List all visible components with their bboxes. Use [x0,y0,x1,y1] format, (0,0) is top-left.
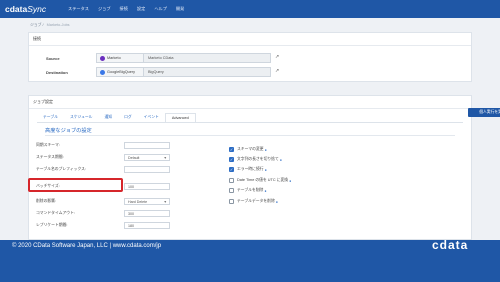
destination-connection-field[interactable]: GoogleBigQuery BigQuery [96,67,271,77]
nav-item-help[interactable]: ヘルプ [154,6,167,12]
command-timeout-label: コマンドタイムアウト: [36,211,75,215]
chevron-down-icon: ▼ [163,199,167,204]
checkbox-label: スキーマの変更 [237,147,264,151]
marketo-icon [100,55,105,61]
connection-card: 接続 Source Marketo Marketo CData ↗ Destin… [28,32,472,82]
cdata-logo: cdata [432,238,469,252]
logo-text: cdata [5,4,28,14]
delete-effect-value: Hard Delete [128,199,148,204]
execute-job-button[interactable]: 個人実行を実行 [468,108,500,117]
job-settings-title: ジョブ設定 [29,96,471,109]
batch-size-input[interactable]: 100 [124,183,170,190]
table-prefix-input[interactable] [124,166,170,173]
replicate-period-input[interactable]: 180 [124,222,170,229]
checkbox-label: 文字列の長さを切り捨て [237,157,279,161]
destination-label: Destination [46,70,68,75]
batch-size-highlight [28,178,123,192]
checkbox-truncate-strings[interactable]: ✓ 文字列の長さを切り捨て ● [229,157,282,162]
source-name: Marketo [107,56,121,60]
command-timeout-input[interactable]: 300 [124,210,170,217]
top-nav-bar: cdataSync ステータス ジョブ 接続 設定 ヘルプ 開発 [0,0,500,18]
destination-type: BigQuery [143,68,270,76]
tab-divider [37,122,463,123]
checkbox-delete-table-data[interactable]: テーブルデータを削除 ● [229,199,278,204]
breadcrumb-current: Marketo-Jobs [46,23,70,27]
chevron-down-icon: ▼ [163,155,167,160]
destination-name: GoogleBigQuery [107,70,136,74]
external-link-icon[interactable]: ↗ [275,68,279,74]
help-icon[interactable]: ● [265,148,267,152]
delete-effect-label: 削除の影響: [36,199,57,203]
help-icon[interactable]: ● [280,158,282,162]
replicate-period-label: レプリケート期間: [36,223,68,227]
delete-effect-select[interactable]: Hard Delete ▼ [124,198,170,205]
help-icon[interactable]: ● [289,179,291,183]
checkbox-label: テーブルを削除 [237,188,264,192]
checkbox-drop-table[interactable]: テーブルを削除 ● [229,188,266,193]
checkbox-schema-change[interactable]: ✓ スキーマの変更 ● [229,147,267,152]
nav-item-dev[interactable]: 開発 [176,6,184,12]
source-connection-field[interactable]: Marketo Marketo CData [96,53,271,63]
status-period-select[interactable]: Default ▼ [124,154,170,161]
checkbox-continue-on-error[interactable]: ✓ エラー時に続行 ● [229,167,267,172]
nav-item-connections[interactable]: 接続 [120,6,128,12]
help-icon[interactable]: ● [276,200,278,204]
status-period-label: ステータス期間: [36,155,64,159]
source-type: Marketo CData [143,54,270,62]
checkbox-checked-icon[interactable]: ✓ [229,157,234,162]
source-label: Source [46,56,60,61]
checkbox-unchecked-icon[interactable] [229,199,234,204]
table-prefix-label: テーブル名のプレフィックス: [36,167,86,171]
checkbox-checked-icon[interactable]: ✓ [229,147,234,152]
checkbox-unchecked-icon[interactable] [229,188,234,193]
checkbox-checked-icon[interactable]: ✓ [229,167,234,172]
nav-item-status[interactable]: ステータス [68,6,89,12]
checkbox-label: Date Time の値を UTC に変換 [237,178,289,182]
checkbox-unchecked-icon[interactable] [229,178,234,183]
connection-card-title: 接続 [29,33,471,46]
sync-schema-input[interactable] [124,142,170,149]
help-icon[interactable]: ● [265,168,267,172]
bigquery-icon [100,69,105,75]
help-icon[interactable]: ● [264,189,266,193]
external-link-icon[interactable]: ↗ [275,54,279,60]
nav-item-jobs[interactable]: ジョブ [98,6,111,12]
checkbox-label: エラー時に続行 [237,167,264,171]
nav-item-settings[interactable]: 設定 [137,6,145,12]
logo-suffix: Sync [27,4,47,14]
app-logo[interactable]: cdataSync [0,4,68,14]
footer-copyright: © 2020 CData Software Japan, LLC | www.c… [12,243,162,249]
checkbox-label: テーブルデータを削除 [237,199,275,203]
breadcrumb: ジョブ / Marketo-Jobs [30,23,70,28]
page-content: ジョブ / Marketo-Jobs 接続 Source Marketo Mar… [0,18,500,240]
breadcrumb-parent[interactable]: ジョブ [30,23,41,27]
checkbox-utc-convert[interactable]: Date Time の値を UTC に変換 ● [229,178,291,183]
section-divider [45,135,455,136]
advanced-section-title: 高度なジョブの設定 [45,128,92,134]
sync-schema-label: 同期スキーマ: [36,143,60,147]
status-period-value: Default [128,155,140,160]
breadcrumb-separator: / [42,23,44,27]
